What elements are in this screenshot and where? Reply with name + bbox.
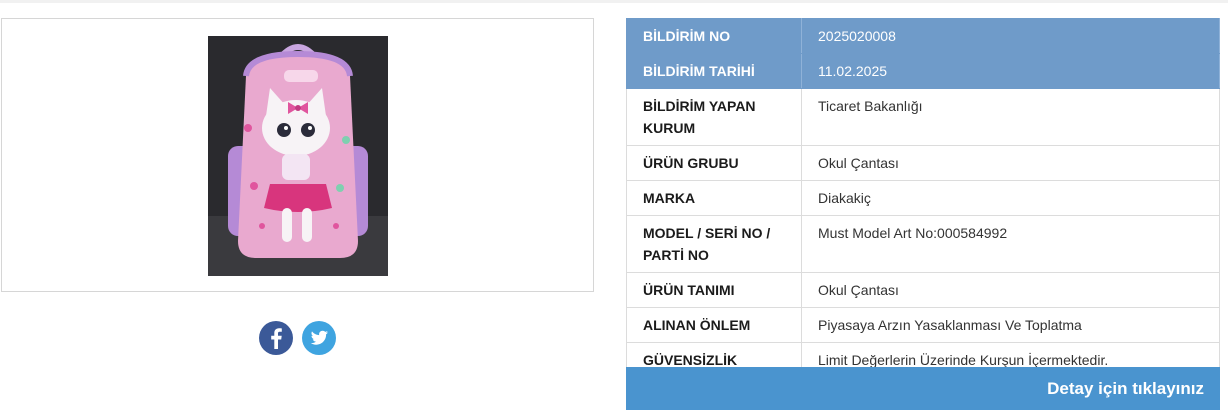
row-value: Must Model Art No:000584992: [801, 215, 1220, 273]
row-value: Piyasaya Arzın Yasaklanması Ve Toplatma: [801, 307, 1220, 343]
row-value: 2025020008: [801, 18, 1220, 54]
twitter-icon[interactable]: [302, 321, 336, 355]
top-divider: [0, 0, 1228, 3]
row-label: ÜRÜN TANIMI: [626, 272, 802, 308]
row-label: BİLDİRİM YAPAN KURUM: [626, 88, 802, 146]
table-row: ÜRÜN GRUBU Okul Çantası: [626, 145, 1220, 181]
table-row: MARKA Diakakiç: [626, 180, 1220, 216]
table-row: BİLDİRİM NO 2025020008: [626, 18, 1220, 54]
row-value: Diakakiç: [801, 180, 1220, 216]
notification-table: BİLDİRİM NO 2025020008 BİLDİRİM TARİHİ 1…: [626, 18, 1220, 400]
row-value: Ticaret Bakanlığı: [801, 88, 1220, 146]
detail-button-label: Detay için tıklayınız: [1047, 378, 1204, 398]
table-row: ÜRÜN TANIMI Okul Çantası: [626, 272, 1220, 308]
product-image-frame: [1, 18, 594, 292]
facebook-icon[interactable]: [259, 321, 293, 355]
row-value: Okul Çantası: [801, 145, 1220, 181]
table-row: BİLDİRİM YAPAN KURUM Ticaret Bakanlığı: [626, 88, 1220, 146]
table-row: MODEL / SERİ NO / PARTİ NO Must Model Ar…: [626, 215, 1220, 273]
row-label: ALINAN ÖNLEM: [626, 307, 802, 343]
row-label: MARKA: [626, 180, 802, 216]
row-label: BİLDİRİM NO: [626, 18, 802, 54]
row-value: Okul Çantası: [801, 272, 1220, 308]
row-label: ÜRÜN GRUBU: [626, 145, 802, 181]
row-label: MODEL / SERİ NO / PARTİ NO: [626, 215, 802, 273]
row-label: BİLDİRİM TARİHİ: [626, 53, 802, 89]
row-value: 11.02.2025: [801, 53, 1220, 89]
table-row: BİLDİRİM TARİHİ 11.02.2025: [626, 53, 1220, 89]
detail-button[interactable]: Detay için tıklayınız: [626, 367, 1220, 410]
product-photo[interactable]: [208, 36, 388, 276]
table-row: ALINAN ÖNLEM Piyasaya Arzın Yasaklanması…: [626, 307, 1220, 343]
